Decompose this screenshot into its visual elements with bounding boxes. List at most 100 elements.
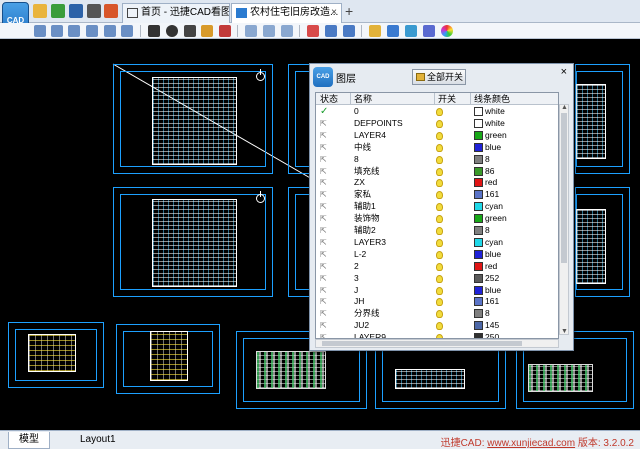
open-folder-icon[interactable] (33, 4, 47, 18)
color-swatch[interactable] (474, 202, 483, 212)
set-current-layer-icon[interactable]: ⇱ (320, 189, 330, 200)
lightbulb-icon[interactable] (436, 286, 443, 295)
layer-icon[interactable] (387, 25, 399, 37)
color-swatch[interactable] (474, 154, 483, 164)
text-icon[interactable] (281, 25, 293, 37)
vertical-scrollbar[interactable]: ▲ ▼ (559, 104, 569, 335)
layer-row[interactable]: ⇱ JH 161 (316, 296, 558, 308)
color-swatch[interactable] (474, 107, 483, 116)
color-swatch[interactable] (474, 285, 483, 295)
set-current-layer-icon[interactable]: ⇱ (320, 249, 330, 260)
lightbulb-icon[interactable] (436, 155, 443, 164)
lightbulb-icon[interactable] (436, 119, 443, 128)
layer-row[interactable]: ⇱ Jblue (316, 285, 558, 297)
close-tab-icon[interactable]: × (331, 4, 337, 22)
set-current-layer-icon[interactable]: ⇱ (320, 201, 330, 212)
set-current-layer-icon[interactable]: ⇱ (320, 261, 330, 272)
layer-row[interactable]: ⇱ 填充线 86 (316, 166, 558, 178)
tab-home[interactable]: 首页 - 迅捷CAD看图 (122, 3, 230, 23)
undo-icon[interactable] (325, 25, 337, 37)
layer-row[interactable]: ⇱ ZX red (316, 177, 558, 189)
layer-row[interactable]: ⇱ JU2 145 (316, 320, 558, 332)
layer-row[interactable]: ⇱ 辅助2 8 (316, 225, 558, 237)
lightbulb-icon[interactable] (436, 310, 443, 319)
lightbulb-icon[interactable] (436, 298, 443, 307)
set-current-layer-icon[interactable]: ⇱ (320, 332, 330, 338)
layer-row[interactable]: ⇱ 辅助1 cyan (316, 201, 558, 213)
toggle-all-layers-button[interactable]: 全部开关 (412, 69, 466, 85)
set-current-layer-icon[interactable]: ⇱ (320, 296, 330, 307)
color-swatch[interactable] (474, 166, 483, 176)
save-icon[interactable] (69, 4, 83, 18)
layer-row[interactable]: ⇱ 2 red (316, 261, 558, 273)
measure-icon[interactable] (369, 25, 381, 37)
text-edit-icon[interactable] (219, 25, 231, 37)
color-swatch[interactable] (474, 237, 483, 247)
redo-icon[interactable] (343, 25, 355, 37)
zoom-window-icon[interactable] (68, 25, 80, 37)
color-swatch[interactable] (474, 142, 483, 152)
set-current-layer-icon[interactable]: ⇱ (320, 130, 330, 141)
lightbulb-icon[interactable] (436, 215, 443, 224)
website-link[interactable]: www.xunjiecad.com (487, 438, 575, 449)
set-current-layer-icon[interactable]: ⇱ (320, 154, 330, 165)
horizontal-scrollbar[interactable] (315, 339, 559, 348)
color-swatch[interactable] (474, 178, 483, 188)
lightbulb-icon[interactable] (436, 238, 443, 247)
color-swatch[interactable] (474, 118, 483, 128)
rotate-icon[interactable] (51, 25, 63, 37)
set-current-layer-icon[interactable]: ⇱ (320, 285, 330, 296)
pencil-icon[interactable] (201, 25, 213, 37)
set-current-layer-icon[interactable]: ⇱ (320, 320, 330, 331)
zoom-out-icon[interactable] (104, 25, 116, 37)
lightbulb-icon[interactable] (436, 322, 443, 331)
color-wheel-icon[interactable] (441, 25, 453, 37)
set-current-layer-icon[interactable]: ⇱ (320, 142, 330, 153)
pan-icon[interactable] (34, 25, 46, 37)
set-current-layer-icon[interactable]: ⇱ (320, 177, 330, 188)
tab-layout1[interactable]: Layout1 (70, 432, 126, 449)
color-swatch[interactable] (474, 309, 483, 319)
circle-icon[interactable] (166, 25, 178, 37)
eraser-icon[interactable] (307, 25, 319, 37)
layer-row[interactable]: ⇱ 装饰物 green (316, 213, 558, 225)
color-swatch[interactable] (474, 273, 483, 283)
set-current-layer-icon[interactable]: ⇱ (320, 225, 330, 236)
layer-row[interactable]: ⇱ 3 252 (316, 273, 558, 285)
frame-icon[interactable] (263, 25, 275, 37)
print-icon[interactable] (87, 4, 101, 18)
color-swatch[interactable] (474, 190, 483, 200)
palm-tree-icon[interactable] (51, 4, 65, 18)
lightbulb-icon[interactable] (436, 274, 443, 283)
new-tab-button[interactable]: + (345, 3, 353, 19)
layer-row[interactable]: ✓ 0 white (316, 106, 558, 118)
set-current-layer-icon[interactable]: ⇱ (320, 273, 330, 284)
color-swatch[interactable] (474, 261, 483, 271)
zoom-in-icon[interactable] (86, 25, 98, 37)
column-status[interactable]: 状态 (320, 93, 338, 105)
lightbulb-icon[interactable] (436, 227, 443, 235)
layer-row[interactable]: ⇱ 8 8 (316, 154, 558, 166)
lightbulb-icon[interactable] (436, 108, 443, 116)
set-current-layer-icon[interactable]: ⇱ (320, 166, 330, 177)
tab-drawing[interactable]: 农村住宅旧房改造... × (231, 3, 342, 23)
lightbulb-icon[interactable] (436, 262, 443, 271)
lightbulb-icon[interactable] (436, 250, 443, 259)
layer-row[interactable]: ⇱ 分界线 8 (316, 308, 558, 320)
color-swatch[interactable] (474, 297, 483, 307)
polyline-icon[interactable] (184, 25, 196, 37)
lightbulb-icon[interactable] (436, 191, 443, 200)
set-current-layer-icon[interactable]: ⇱ (320, 308, 330, 319)
current-layer-check-icon[interactable]: ✓ (320, 106, 330, 117)
set-current-layer-icon[interactable]: ⇱ (320, 213, 330, 224)
color-swatch[interactable] (474, 249, 483, 259)
color-swatch[interactable] (474, 130, 483, 140)
layout-icon[interactable] (245, 25, 257, 37)
layer-row[interactable]: ⇱ L-2 blue (316, 249, 558, 261)
color-swatch[interactable] (474, 226, 483, 235)
column-name[interactable]: 名称 (354, 93, 372, 105)
lightbulb-icon[interactable] (436, 143, 443, 152)
line-icon[interactable] (148, 25, 160, 37)
color-swatch[interactable] (474, 321, 483, 331)
set-current-layer-icon[interactable]: ⇱ (320, 237, 330, 248)
